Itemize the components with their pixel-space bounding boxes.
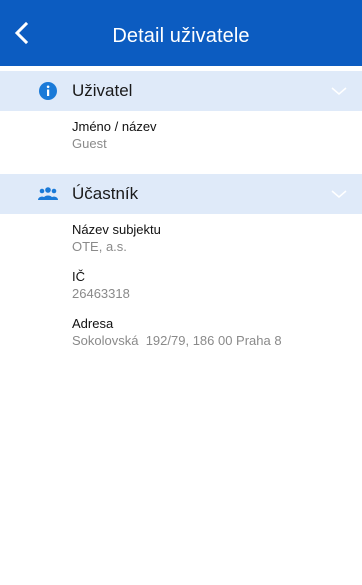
field-ic: IČ 26463318 xyxy=(72,269,362,302)
field-address: Adresa Sokolovská 192/79, 186 00 Praha 8 xyxy=(72,316,362,349)
section-title-uzivatel: Uživatel xyxy=(72,81,133,100)
field-label: Adresa xyxy=(72,316,114,331)
field-value: OTE, a.s. xyxy=(72,239,127,254)
page-title: Detail uživatele xyxy=(112,25,250,47)
field-subject-name: Název subjektu OTE, a.s. xyxy=(72,222,362,255)
section-body-uzivatel: Jméno / název Guest xyxy=(0,111,362,174)
field-label: Název subjektu xyxy=(72,222,161,237)
field-value: Sokolovská 192/79, 186 00 Praha 8 xyxy=(72,333,282,348)
chevron-down-icon xyxy=(331,190,347,198)
section-header-uzivatel[interactable]: Uživatel xyxy=(0,71,362,111)
section-header-ucastnik[interactable]: Účastník xyxy=(0,174,362,214)
field-value: Guest xyxy=(72,136,107,151)
info-icon xyxy=(36,79,60,103)
people-icon xyxy=(36,182,60,206)
chevron-down-icon xyxy=(331,87,347,95)
field-label: Jméno / název xyxy=(72,119,157,134)
field-name: Jméno / název Guest xyxy=(72,119,362,152)
field-value: 26463318 xyxy=(72,286,130,301)
app-bar: Detail uživatele xyxy=(0,0,362,66)
section-body-ucastnik: Název subjektu OTE, a.s. IČ 26463318 Adr… xyxy=(0,214,362,371)
section-title-ucastnik: Účastník xyxy=(72,184,139,203)
field-label: IČ xyxy=(72,269,85,284)
